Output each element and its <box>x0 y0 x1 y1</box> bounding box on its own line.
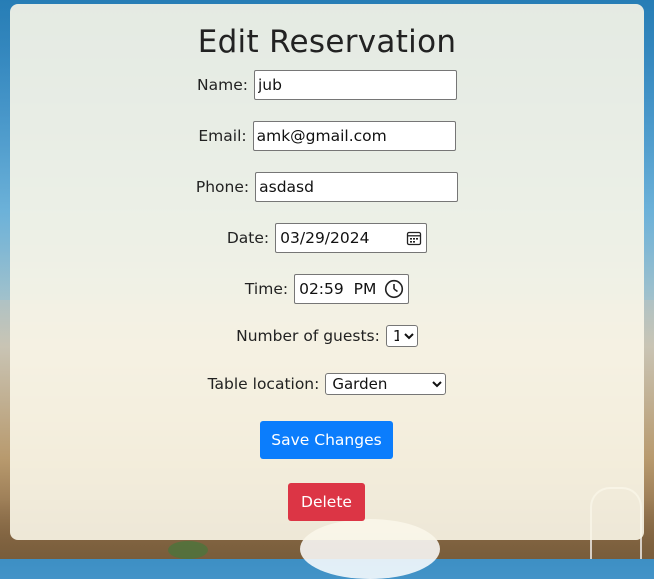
location-row: Table location: Garden <box>0 373 654 395</box>
location-label: Table location: <box>207 375 320 393</box>
guests-select[interactable]: 1 <box>385 325 418 347</box>
email-label: Email: <box>198 127 247 145</box>
email-row: Email: <box>0 121 654 151</box>
delete-button[interactable]: Delete <box>288 483 365 521</box>
guests-row: Number of guests: 1 <box>0 325 654 347</box>
page-title: Edit Reservation <box>197 24 457 60</box>
phone-label: Phone: <box>195 178 250 196</box>
phone-input[interactable] <box>255 172 459 202</box>
location-select[interactable]: Garden <box>325 373 447 395</box>
date-input[interactable]: 03/29/2024 <box>275 223 428 253</box>
calendar-icon[interactable] <box>406 230 422 246</box>
name-label: Name: <box>197 76 248 94</box>
background-food <box>168 541 208 559</box>
clock-icon[interactable] <box>384 279 404 299</box>
name-row: Name: <box>0 70 654 100</box>
date-row: Date: 03/29/2024 <box>0 223 654 253</box>
date-value: 03/29/2024 <box>280 229 370 247</box>
date-label: Date: <box>226 229 270 247</box>
name-input[interactable] <box>253 70 457 100</box>
phone-row: Phone: <box>0 172 654 202</box>
email-input[interactable] <box>252 121 456 151</box>
time-input[interactable]: 02:59 PM <box>294 274 410 304</box>
time-label: Time: <box>244 280 289 298</box>
time-row: Time: 02:59 PM <box>0 274 654 304</box>
save-changes-button[interactable]: Save Changes <box>260 421 393 459</box>
time-value: 02:59 PM <box>299 280 377 298</box>
guests-label: Number of guests: <box>236 327 380 345</box>
